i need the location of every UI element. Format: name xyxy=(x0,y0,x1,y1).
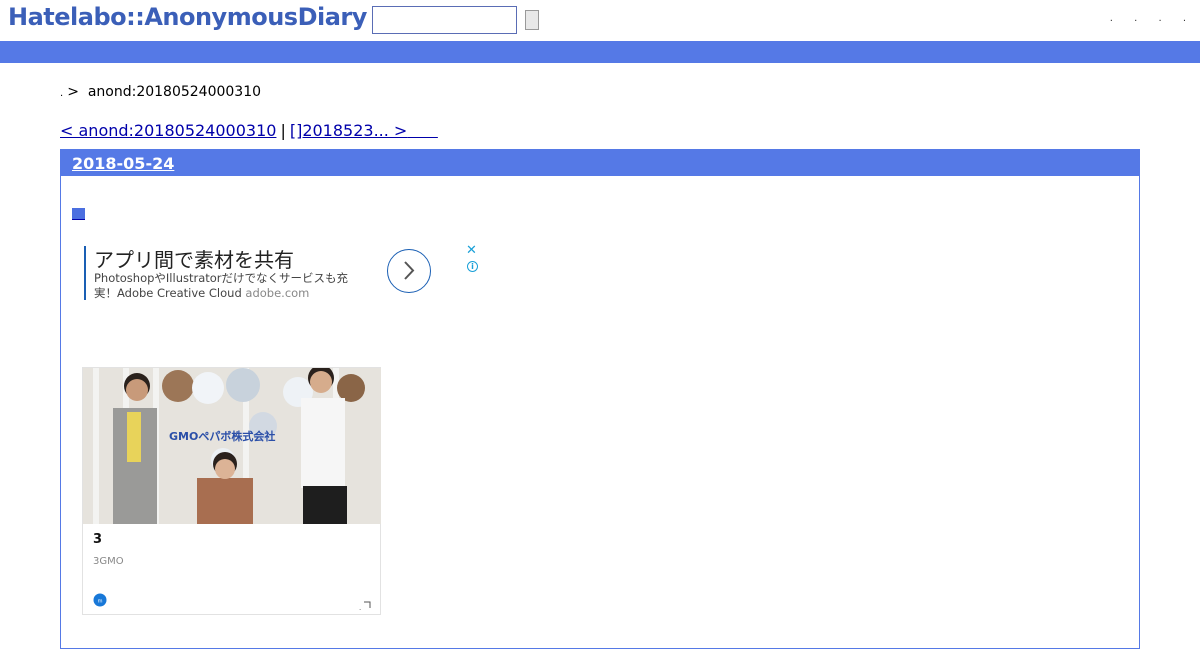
pager-separator: | xyxy=(280,121,286,140)
header-link[interactable]: . xyxy=(1183,13,1186,24)
card-subtitle: 3GMO xyxy=(93,556,124,567)
breadcrumb-current: anond:20180524000310 xyxy=(87,84,262,100)
ad-banner[interactable]: アプリ間で素材を共有 PhotoshopやIllustratorだけでなくサービ… xyxy=(84,244,484,300)
pager: < anond:20180524000310 | []2018523... > xyxy=(60,121,438,140)
search-input[interactable] xyxy=(372,6,517,34)
header-link[interactable]: . xyxy=(1134,13,1137,24)
card-title[interactable]: 3 xyxy=(93,532,102,547)
ad-domain: adobe.com xyxy=(245,286,310,300)
header-link[interactable]: . xyxy=(1110,13,1113,24)
source-logo-icon: m xyxy=(93,593,107,607)
date-bar: 2018-05-24 xyxy=(61,150,1139,176)
photo-sign-text: GMOペパボ株式会社 xyxy=(169,429,275,443)
ad-title[interactable]: アプリ間で素材を共有 xyxy=(94,244,294,273)
ad-close-icon[interactable]: ✕ xyxy=(466,243,477,258)
site-logo[interactable]: Hatelabo::AnonymousDiary xyxy=(8,3,367,31)
breadcrumb: . > anond:20180524000310 xyxy=(60,84,261,100)
prev-entry-link[interactable]: < anond:20180524000310 xyxy=(60,121,276,140)
card-photo: GMOペパボ株式会社 xyxy=(83,368,381,524)
svg-text:m: m xyxy=(98,599,103,605)
search-button[interactable] xyxy=(525,10,539,30)
ad-corner-icon: . xyxy=(359,596,371,612)
ad-body: PhotoshopやIllustratorだけでなくサービスも充実！Adobe … xyxy=(94,271,349,300)
breadcrumb-arrow: > xyxy=(67,84,79,100)
header-bar xyxy=(0,41,1200,63)
ad-arrow-button[interactable] xyxy=(387,249,431,293)
header-links: . . . . xyxy=(1092,13,1186,24)
entry-anchor-icon[interactable] xyxy=(72,208,85,220)
svg-text:.: . xyxy=(359,604,361,611)
header-link[interactable]: . xyxy=(1158,13,1161,24)
date-link[interactable]: 2018-05-24 xyxy=(72,154,174,173)
next-entry-link[interactable]: []2018523... > xyxy=(290,121,438,140)
chevron-right-icon xyxy=(404,261,415,280)
site-header: Hatelabo::AnonymousDiary . . . . xyxy=(0,0,1200,40)
related-card[interactable]: GMOペパボ株式会社 3 3GMO m . xyxy=(82,367,381,615)
ad-info-icon[interactable]: i xyxy=(467,261,478,272)
breadcrumb-home-link[interactable]: . xyxy=(60,88,63,99)
diary-section: 2018-05-24 アプリ間で素材を共有 PhotoshopやIllustra… xyxy=(60,149,1140,649)
ad-accent-line xyxy=(84,246,86,300)
